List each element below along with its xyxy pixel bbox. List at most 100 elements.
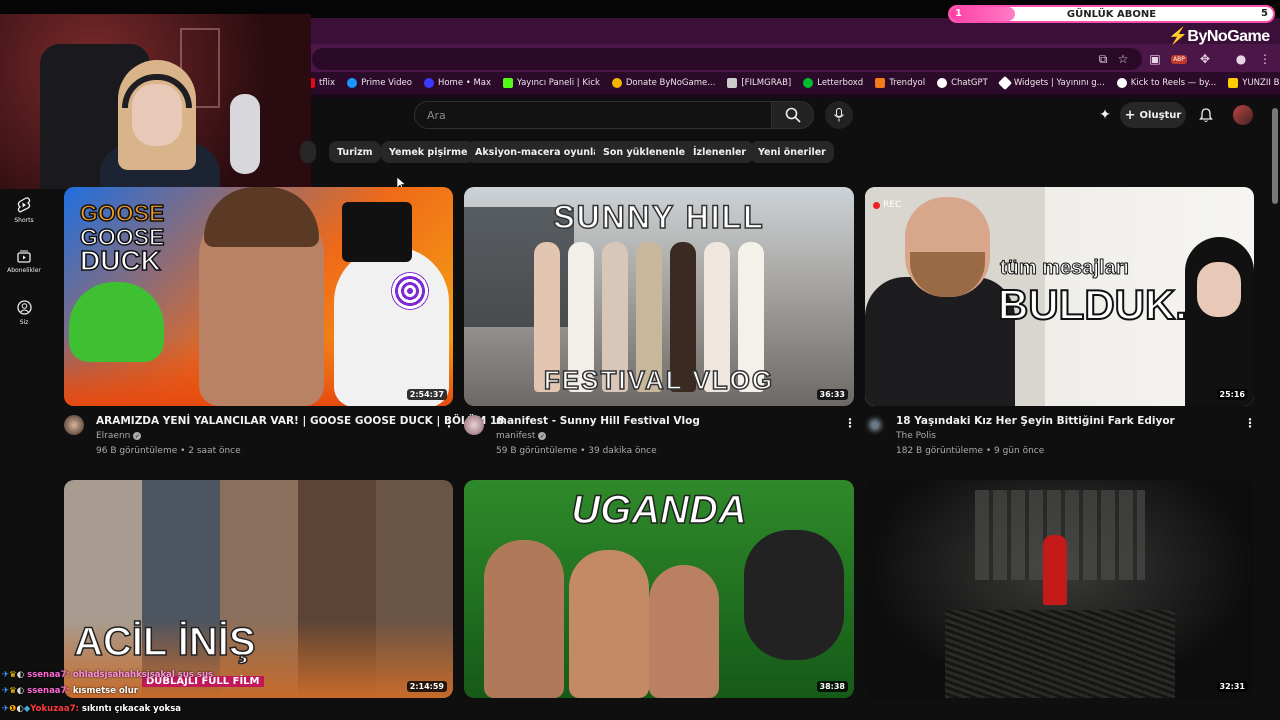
chip-turizm[interactable]: Turizm [329,141,381,163]
you-icon [16,300,32,315]
more-options-icon[interactable]: ⋮ [443,416,455,430]
video-meta: 59 B görüntüleme • 39 dakika önce [496,446,657,456]
video-duration: 32:31 [1216,681,1248,692]
thumbnail-red-figure [1043,535,1067,605]
channel-avatar[interactable] [464,415,484,435]
search-button[interactable] [771,101,814,129]
plus-icon: + [1124,107,1136,123]
thumbnail-green-goose [69,282,164,362]
bookmark-label: [FILMGRAB] [741,78,792,88]
channel-avatar[interactable] [64,415,84,435]
bookmark-icon [1228,78,1239,88]
adblock-icon[interactable]: ABP [1170,50,1188,68]
sidebar-label: Siz [19,319,29,326]
thumbnail-woman-face [1197,262,1241,317]
bookmark-letterboxd[interactable]: Letterboxd [803,78,863,88]
bookmark-icon [611,78,622,88]
thumbnail-subtitle-text: FESTIVAL VLOG [543,364,775,396]
browser-menu-icon[interactable]: ⋮ [1256,50,1274,68]
translate-icon[interactable]: ▣ [1146,50,1164,68]
video-meta: 96 B görüntüleme • 2 saat önce [96,446,241,456]
bookmark-kick-panel[interactable]: Yayıncı Paneli | Kick [503,78,600,88]
video-duration: 2:54:37 [406,389,447,400]
thumbnail-title-text: tüm mesajları [1000,257,1130,280]
extensions-icon[interactable]: ✥ [1196,50,1214,68]
video-duration: 38:38 [816,681,848,692]
daily-subscriber-label: GÜNLÜK ABONE [1066,8,1157,20]
bookmark-kick-to-reels[interactable]: Kick to Reels — by... [1116,78,1217,88]
chat-message: ✈♛◐ ssenaa7: kısmetse olur [2,686,138,696]
video-thumbnail[interactable]: 32:31 [865,480,1254,698]
bookmark-label: Kick to Reels — by... [1130,78,1217,88]
thumbnail-top-hat [342,202,412,262]
create-button[interactable]: + Oluştur [1120,102,1186,128]
profile-icon[interactable]: ● [1232,50,1250,68]
streamer-logo: ⚡ByNoGame [1168,26,1270,46]
video-thumbnail[interactable]: SUNNY HILL FESTIVAL VLOG 36:33 [464,187,854,406]
daily-subscriber-bar: GÜNLÜK ABONE 1 5 [948,5,1275,23]
bookmark-chatgpt[interactable]: ChatGPT [937,78,988,88]
speaker-badge-icon: ◐ [16,686,25,696]
bookmark-label: ChatGPT [951,78,988,88]
video-meta: 182 B görüntüleme • 9 gün önce [896,446,1045,456]
chip-partial[interactable] [300,141,316,163]
bookmark-star-icon[interactable]: ☆ [1114,50,1132,68]
bookmark-trendyol[interactable]: Trendyol [875,78,925,88]
sidebar-item-you[interactable]: Siz [0,300,48,326]
bookmark-icon [937,78,948,88]
video-title[interactable]: manifest - Sunny Hill Festival Vlog [496,415,700,427]
install-app-icon[interactable]: ⧉ [1094,50,1112,68]
chat-message: ✈❶◐◆Yokuzaa7: sıkıntı çıkacak yoksa [2,704,181,714]
sidebar-label: Abonelikler [7,267,41,274]
microphone-icon [834,108,844,122]
bookmark-donate[interactable]: Donate ByNoGame... [611,78,715,88]
bookmark-label: Prime Video [361,78,412,88]
address-bar[interactable] [312,48,1142,70]
video-title[interactable]: 18 Yaşındaki Kız Her Şeyin Bittiğini Far… [896,415,1175,427]
premium-sparkle-icon[interactable]: ✦ [1095,105,1115,125]
bookmark-icon [875,78,886,88]
voice-search-button[interactable] [825,101,853,129]
thumbnail-title-text: SUNNY HILL [553,198,765,236]
chip-aksiyon-macera[interactable]: Aksiyon-macera oyunları [467,141,616,163]
thumbnail-floor [945,610,1175,698]
chat-message: ✈♛◐ ssenaa7: ohladsjsahahksjsakal sus su… [2,670,213,680]
chip-son-yuklenenler[interactable]: Son yüklenenler [595,141,698,163]
chip-yemek-pisirme[interactable]: Yemek pişirme [381,141,476,163]
chat-username: ssenaa7: [27,670,70,680]
bookmark-filmgrab[interactable]: [FILMGRAB] [727,78,791,88]
bookmark-label: Trendyol [889,78,926,88]
account-avatar[interactable] [1233,105,1253,125]
bookmark-label: Letterboxd [817,78,864,88]
sidebar-item-subscriptions[interactable]: Abonelikler [0,249,48,274]
video-thumbnail[interactable]: UGANDA 38:38 [464,480,854,698]
scrollbar-thumb[interactable] [1272,108,1278,204]
bookmark-max[interactable]: Home • Max [423,78,491,88]
channel-name[interactable]: The Polis [896,431,936,441]
more-options-icon[interactable]: ⋮ [844,416,856,430]
bookmark-widgets[interactable]: Widgets | Yayınını g... [997,75,1105,91]
video-thumbnail[interactable]: GOOSE GOOSE DUCK 2:54:37 [64,187,453,406]
bookmark-yunzii[interactable]: YUNZII B75 Pro Me... [1228,78,1280,88]
thumbnail-person [569,550,649,698]
channel-name[interactable]: manifest [496,431,535,441]
chip-izlenenler[interactable]: İzlenenler [685,141,755,163]
bookmark-prime-video[interactable]: Prime Video [347,78,412,88]
search-input[interactable]: Ara [414,101,772,129]
bookmark-label: tflix [319,78,336,88]
sidebar-item-shorts[interactable]: Shorts [0,197,48,224]
video-thumbnail[interactable]: REC tüm mesajları BULDUK. 25:16 [865,187,1254,406]
thumbnail-title-text: UGANDA [570,487,747,533]
chat-username: ssenaa7: [27,686,70,696]
thumbnail-hair [204,187,319,247]
thumbnail-title-text: ACİL İNİŞ [73,619,256,665]
notifications-button[interactable] [1196,105,1216,125]
channel-name[interactable]: Elraenn [96,431,130,441]
subscriptions-icon [17,250,31,263]
chip-yeni-oneriler[interactable]: Yeni öneriler [750,141,834,163]
more-options-icon[interactable]: ⋮ [1244,416,1256,430]
chat-username: Yokuzaa7: [30,704,79,714]
channel-avatar[interactable] [865,415,885,435]
bookmark-label: Yayıncı Paneli | Kick [517,78,600,88]
video-thumbnail[interactable]: ACİL İNİŞ DUBLAJLI FULL FİLM 2:14:59 [64,480,453,698]
